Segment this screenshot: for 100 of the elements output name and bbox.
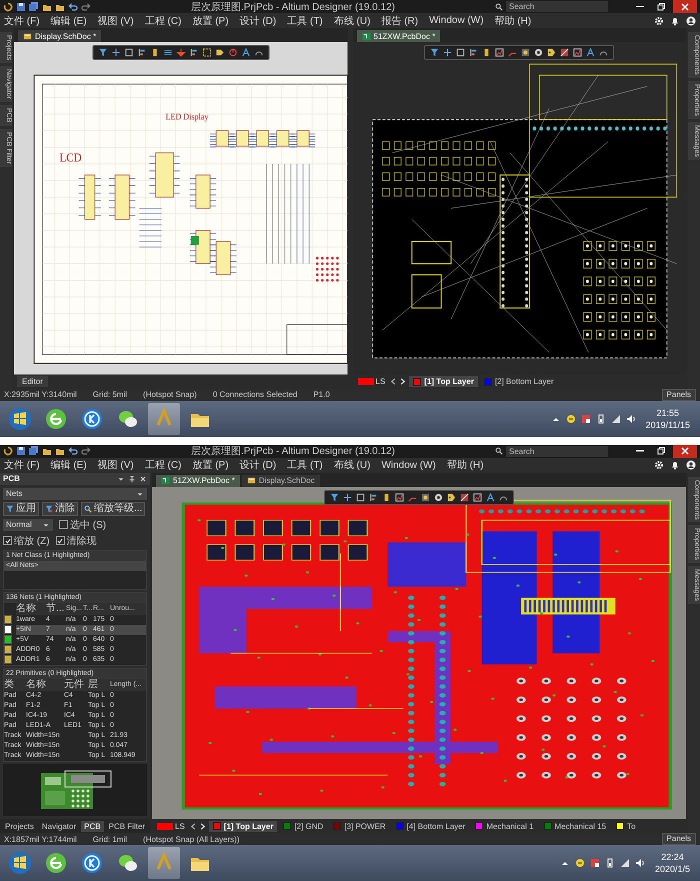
save-all-icon[interactable] (29, 2, 39, 12)
checkbox[interactable] (59, 520, 68, 529)
menu-item[interactable]: 编辑 (E) (50, 14, 87, 28)
redo-icon[interactable] (81, 2, 91, 12)
sheet-symbol-icon[interactable] (202, 48, 212, 57)
save-all-icon[interactable] (29, 446, 39, 456)
menu-item[interactable]: 工具 (T) (287, 14, 323, 28)
filter-icon[interactable] (430, 48, 440, 57)
next-icon[interactable] (398, 377, 408, 386)
search-field[interactable]: Search (506, 446, 608, 456)
layer-tab[interactable]: Mechanical 1 (471, 820, 538, 832)
pin-icon[interactable] (128, 474, 136, 482)
filter-mode-dropdown[interactable]: Normal (3, 518, 53, 530)
flag-icon[interactable] (580, 414, 591, 424)
rectangle-select-icon[interactable] (124, 48, 134, 57)
graph-icon[interactable] (573, 48, 582, 57)
layer-tab[interactable]: [2] GND (279, 820, 328, 832)
app-logo-icon[interactable] (3, 2, 13, 12)
chart-icon[interactable] (495, 48, 504, 57)
column-header[interactable]: 名称 (26, 678, 64, 690)
menu-item[interactable]: 布线 (U) (334, 458, 370, 472)
notifications-icon[interactable] (670, 460, 680, 470)
component-icon[interactable] (482, 48, 492, 57)
crosshair-icon[interactable] (343, 492, 352, 502)
menu-item[interactable]: 文件 (F) (4, 458, 40, 472)
menu-item[interactable]: 工具 (T) (287, 458, 323, 472)
graph-icon[interactable] (473, 492, 482, 502)
layer-tab[interactable]: [1] Top Layer (409, 376, 478, 387)
app-logo-icon[interactable] (3, 446, 13, 456)
close-button[interactable] (673, 444, 697, 458)
panels-button[interactable]: Panels (662, 833, 696, 845)
layer-set-button[interactable]: LS (155, 822, 187, 830)
panel-tab[interactable]: PCB (81, 820, 104, 832)
close-icon[interactable] (139, 474, 147, 482)
layer-tab[interactable]: [2] Bottom Layer (480, 376, 558, 387)
layer-set-button[interactable]: LS (356, 377, 388, 386)
panel-button[interactable]: 应用 (3, 502, 39, 516)
redo-icon[interactable] (81, 446, 91, 456)
menu-item[interactable]: 帮助 (H) (494, 14, 532, 28)
chart-icon[interactable] (395, 492, 404, 502)
rectangle-select-icon[interactable] (456, 48, 466, 57)
align-icon[interactable] (469, 48, 478, 57)
undo-icon[interactable] (68, 446, 78, 456)
document-tab[interactable]: Display.SchDoc (242, 474, 320, 486)
menu-item[interactable]: 工程 (C) (144, 14, 182, 28)
menu-item[interactable]: 布线 (U) (334, 14, 370, 28)
signal-icon[interactable] (620, 858, 630, 868)
menu-item[interactable]: 放置 (P) (192, 458, 229, 472)
save-icon[interactable] (16, 446, 26, 456)
pad-icon[interactable] (421, 492, 430, 502)
bus-icon[interactable] (163, 48, 172, 57)
menu-item[interactable]: Window (W) (429, 15, 484, 26)
align-icon[interactable] (369, 492, 378, 502)
menu-item[interactable]: 报告 (R) (381, 14, 418, 28)
rectangle-select-icon[interactable] (356, 492, 365, 502)
menu-item[interactable]: 文件 (F) (4, 14, 40, 28)
menu-item[interactable]: 视图 (V) (98, 14, 134, 28)
text-icon[interactable] (241, 48, 250, 57)
layer-tab[interactable]: [3] POWER (329, 820, 390, 832)
volume-icon[interactable] (626, 414, 636, 424)
signal-icon[interactable] (610, 414, 621, 424)
menu-item[interactable]: 视图 (V) (98, 458, 134, 472)
menu-item[interactable]: Window (W) (381, 460, 436, 470)
column-header[interactable]: 节... (46, 602, 66, 614)
menu-item[interactable]: 编辑 (E) (50, 458, 87, 472)
tag-icon[interactable] (547, 48, 556, 57)
power-icon[interactable] (228, 48, 238, 57)
menu-item[interactable]: 设计 (D) (240, 458, 276, 472)
editor-tab[interactable]: Editor (17, 376, 48, 387)
panel-tab[interactable]: Projects (2, 820, 37, 832)
layer-tab[interactable]: To (612, 820, 640, 832)
shield-icon[interactable] (566, 414, 576, 424)
layer-tab[interactable]: Mechanical 15 (540, 820, 610, 832)
settings-icon[interactable] (654, 460, 664, 470)
document-tab[interactable]: 51ZXW.PcbDoc * (356, 30, 440, 42)
document-tab[interactable]: 51ZXW.PcbDoc * (156, 474, 240, 486)
account-icon[interactable] (686, 460, 696, 470)
flag-icon[interactable] (590, 858, 600, 868)
column-header[interactable]: 名称 (16, 602, 46, 614)
mode-dropdown[interactable]: Nets (3, 488, 147, 500)
menu-item[interactable]: 工程 (C) (144, 458, 182, 472)
checkbox[interactable] (56, 536, 65, 545)
save-icon[interactable] (16, 2, 26, 12)
menu-item[interactable]: 放置 (P) (192, 14, 229, 28)
panel-tab[interactable]: Navigator (38, 820, 80, 832)
checkbox[interactable] (3, 536, 12, 545)
close-button[interactable] (673, 0, 697, 13)
tag-icon[interactable] (447, 492, 456, 502)
search-field[interactable]: Search (506, 1, 608, 12)
component-icon[interactable] (382, 492, 391, 502)
net-label-icon[interactable] (215, 48, 224, 57)
menu-item[interactable]: 设计 (D) (240, 14, 276, 28)
account-icon[interactable] (686, 16, 696, 26)
via-icon[interactable] (534, 48, 544, 57)
menu-item[interactable]: 帮助 (H) (446, 458, 484, 472)
panels-button[interactable]: Panels (662, 388, 696, 400)
column-header[interactable]: 层 (88, 678, 110, 690)
option-checkbox[interactable]: 清除现 (56, 534, 97, 548)
component-icon[interactable] (150, 48, 160, 57)
settings-icon[interactable] (654, 16, 664, 26)
